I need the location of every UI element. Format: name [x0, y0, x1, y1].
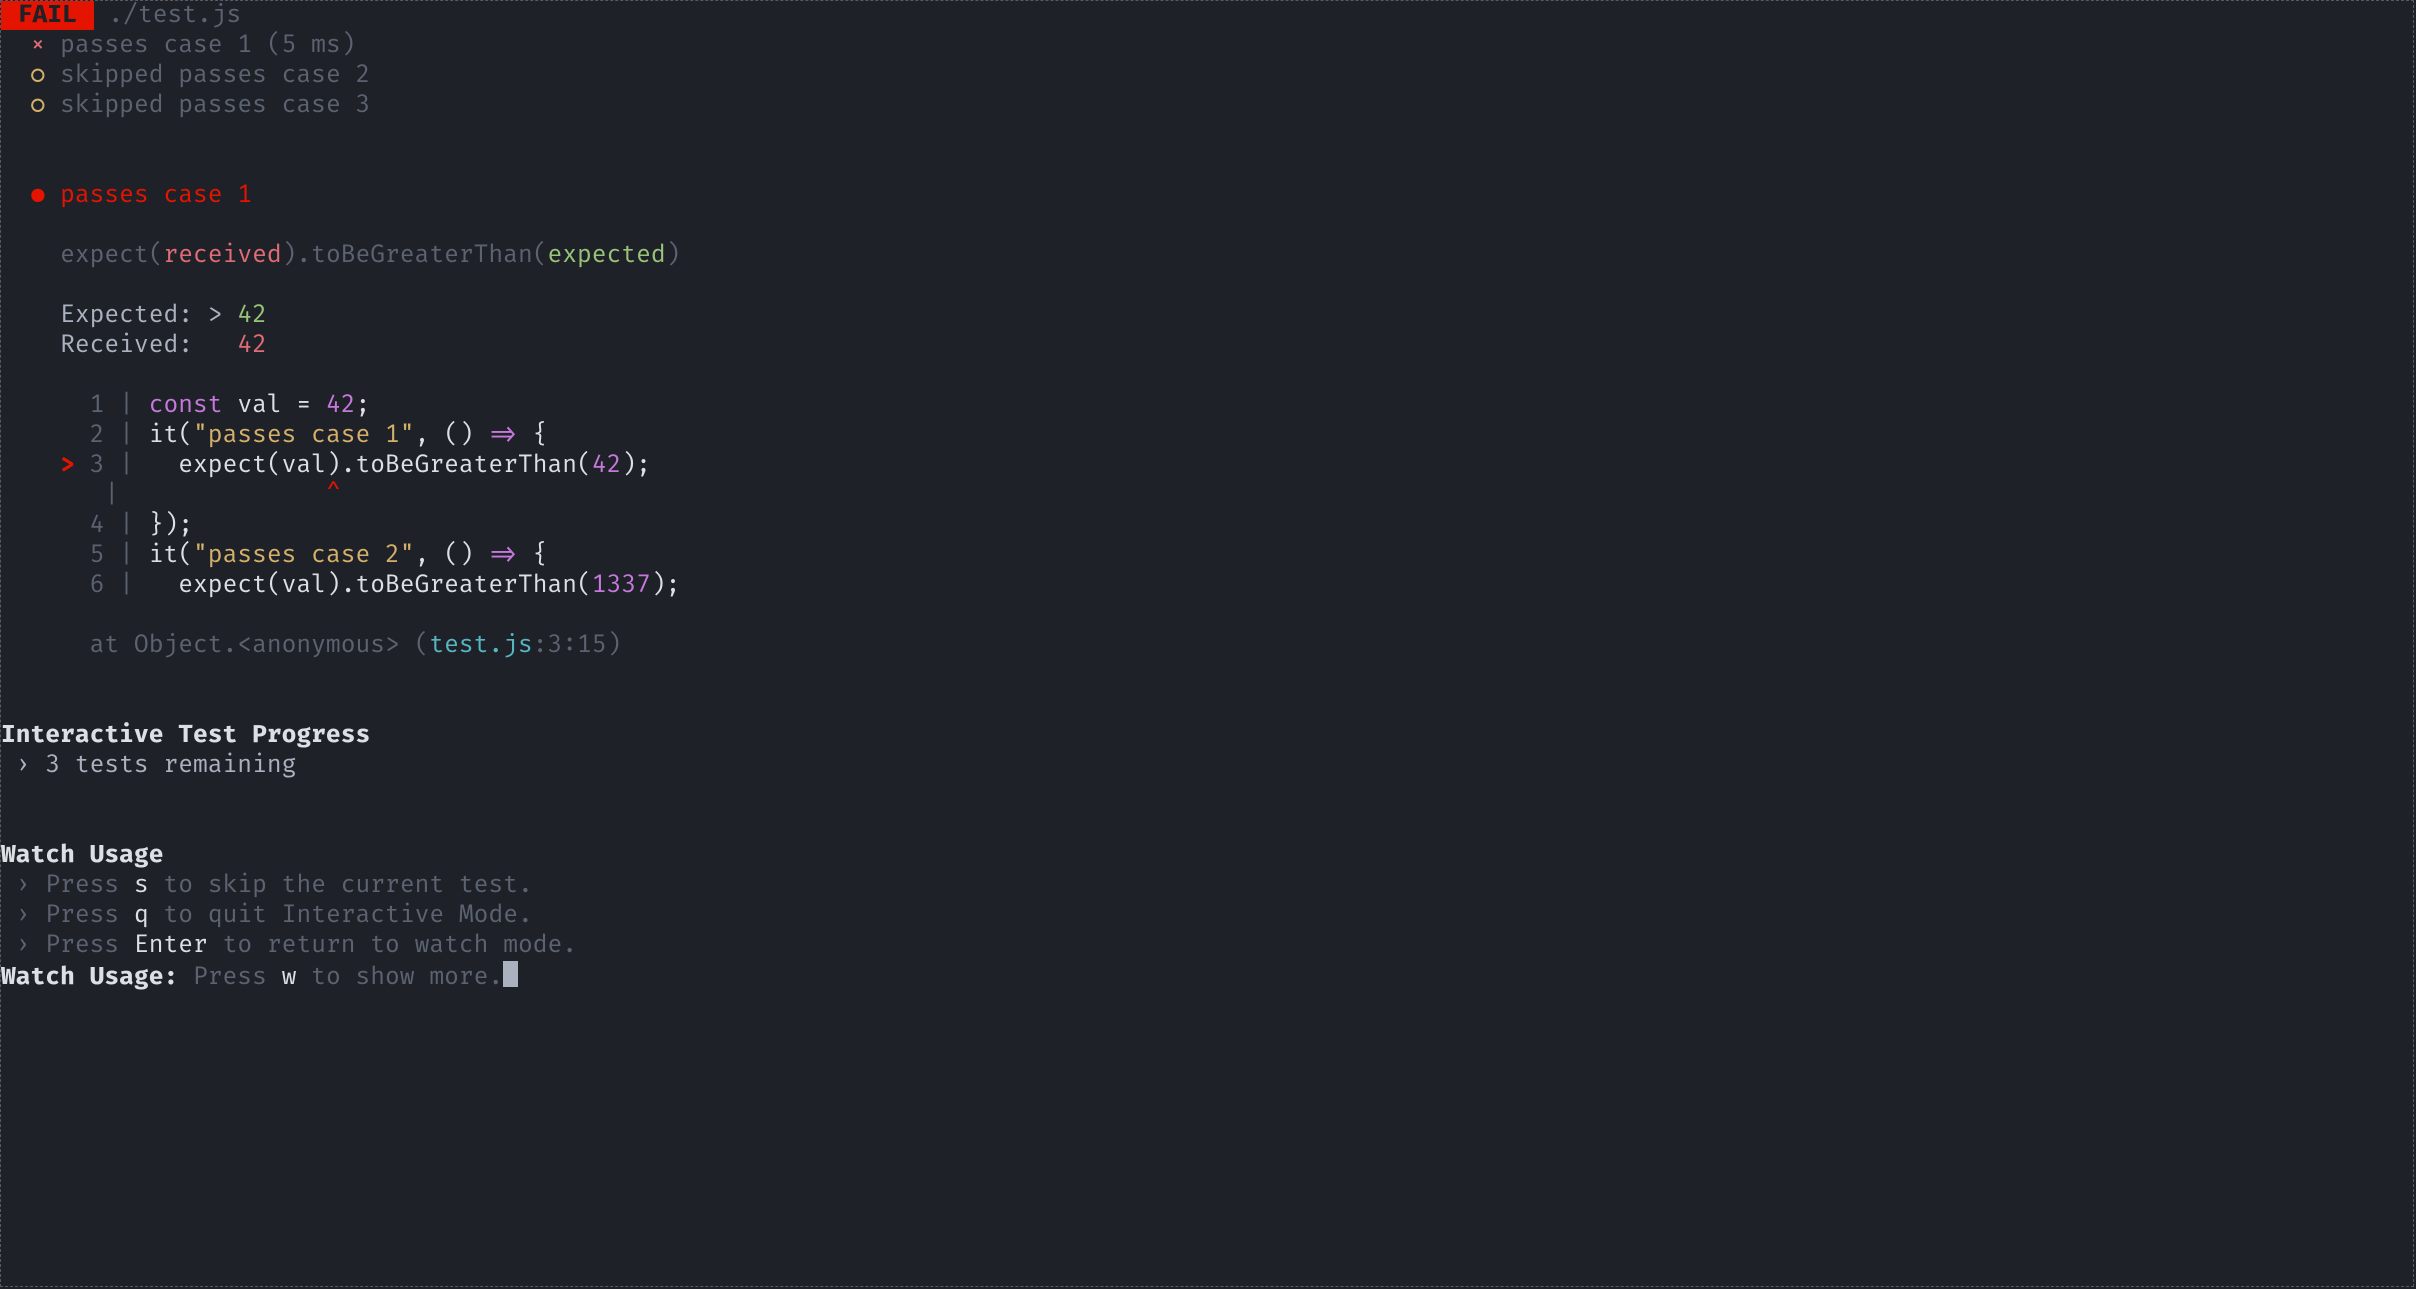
test-results-list: × passes case 1 (5 ms) ○ skipped passes … [1, 31, 370, 120]
watch-usage-title: Watch Usage [1, 841, 163, 870]
failed-test-title: passes case 1 [60, 181, 252, 210]
progress-line: › 3 tests remaining [1, 751, 296, 780]
terminal-cursor [503, 961, 517, 987]
test-file-path: ./test.js [108, 1, 241, 30]
result-marker-icon: ○ [31, 91, 46, 120]
result-marker-icon: × [31, 31, 46, 60]
assertion-line: expect(received).toBeGreaterThan(expecte… [60, 241, 680, 270]
fail-badge: FAIL [1, 1, 94, 30]
result-marker-icon: ○ [31, 61, 46, 90]
error-pointer-icon: > [60, 451, 75, 480]
watch-key: Enter [134, 931, 208, 960]
expected-line: Expected: > 42 [60, 301, 267, 330]
fail-bullet-icon: ● [31, 181, 46, 210]
watch-key: q [134, 901, 149, 930]
watch-key: s [134, 871, 149, 900]
result-label: passes case 1 (5 ms) [60, 31, 355, 60]
result-label: skipped passes case 3 [60, 91, 370, 120]
watch-usage-footer: Watch Usage: Press w to show more. [1, 963, 503, 992]
received-line: Received: 42 [60, 331, 267, 360]
code-frame: 1 | const val = 42; 2 | it("passes case … [1, 391, 680, 600]
result-label: skipped passes case 2 [60, 61, 370, 90]
terminal-output[interactable]: FAIL ./test.js × passes case 1 (5 ms) ○ … [0, 0, 2414, 1287]
stack-trace: at Object.<anonymous> (test.js:3:15) [90, 631, 622, 660]
progress-title: Interactive Test Progress [1, 721, 370, 750]
watch-usage-list: › Press s to skip the current test. › Pr… [1, 871, 577, 960]
